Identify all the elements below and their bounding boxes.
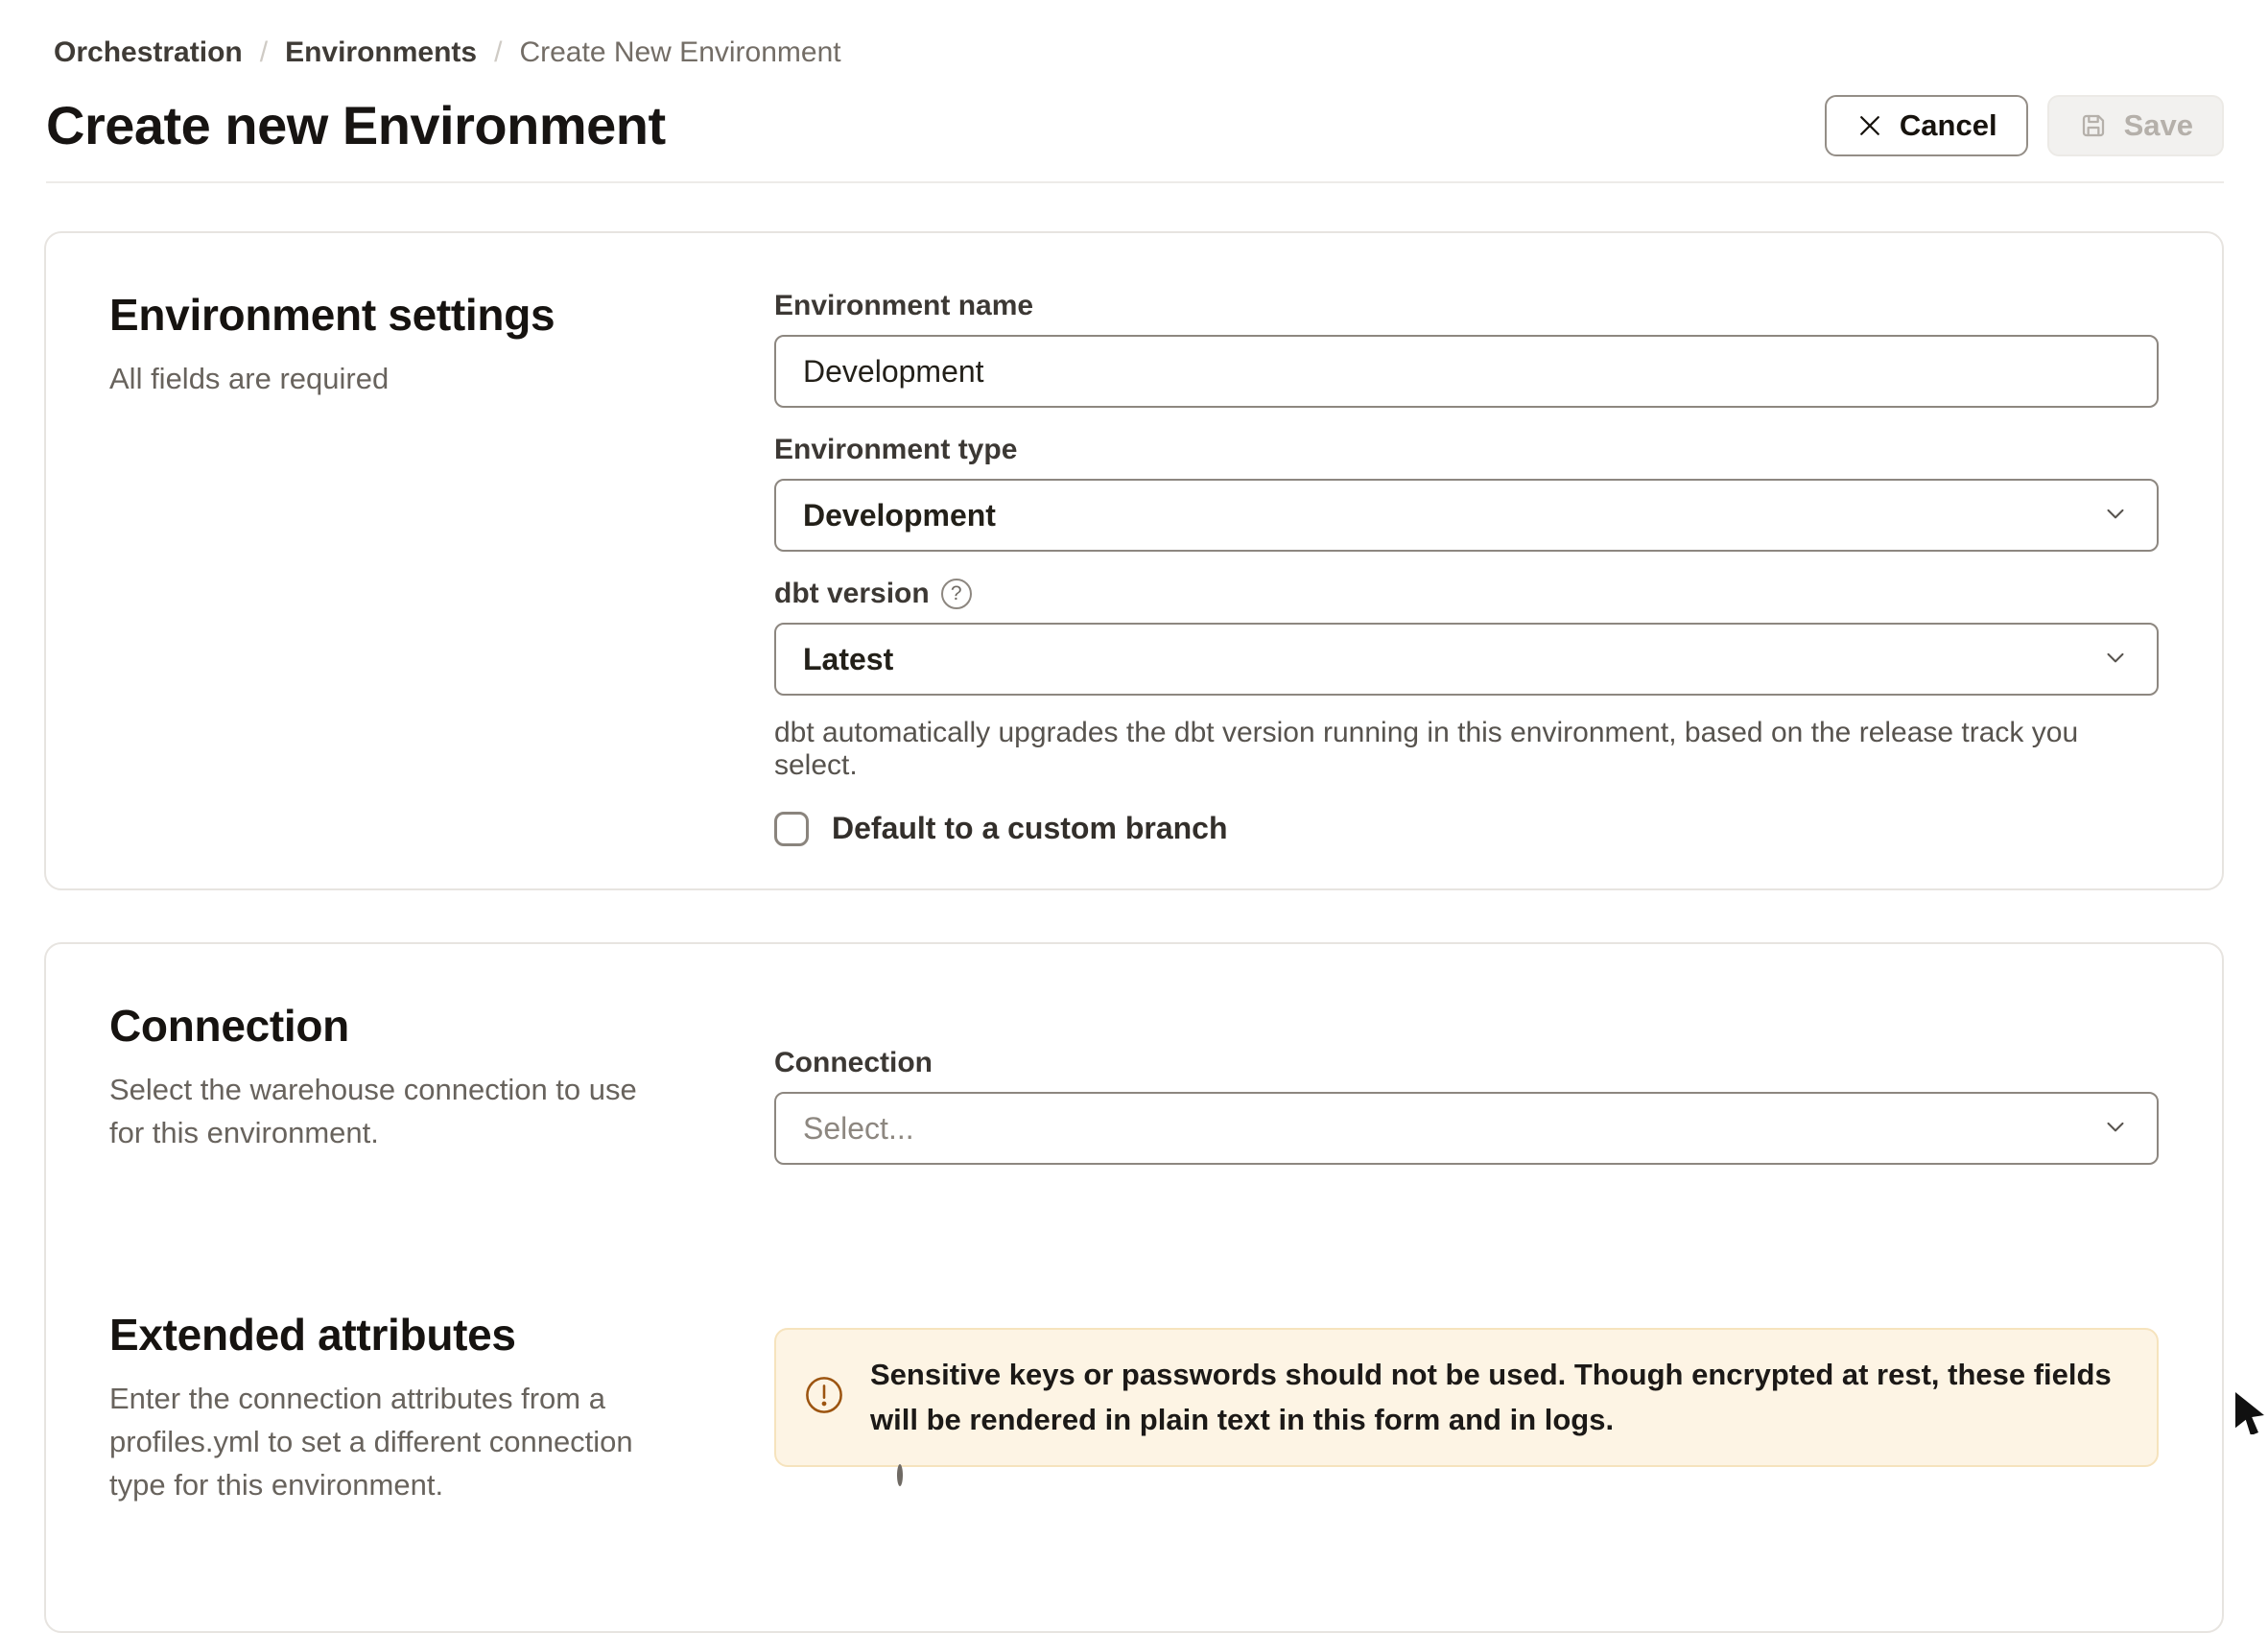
extended-attributes-form: Sensitive keys or passwords should not b… bbox=[774, 1309, 2159, 1507]
dbt-version-value: Latest bbox=[803, 642, 893, 677]
chevron-down-icon bbox=[2101, 643, 2130, 676]
environment-type-select[interactable]: Development bbox=[774, 479, 2159, 552]
extended-attributes-section: Extended attributes Enter the connection… bbox=[109, 1309, 2159, 1507]
breadcrumb-separator: / bbox=[260, 36, 268, 69]
sensitive-keys-warning: Sensitive keys or passwords should not b… bbox=[774, 1328, 2159, 1467]
header-divider bbox=[46, 181, 2224, 183]
breadcrumb-create-new-environment: Create New Environment bbox=[519, 36, 840, 69]
chevron-down-icon bbox=[2101, 499, 2130, 532]
dbt-version-label-row: dbt version ? bbox=[774, 577, 2159, 611]
connection-select[interactable]: Select... bbox=[774, 1092, 2159, 1165]
environment-type-label: Environment type bbox=[774, 433, 2159, 467]
environment-settings-heading: Environment settings bbox=[109, 289, 774, 341]
breadcrumb-environments[interactable]: Environments bbox=[285, 36, 477, 69]
dbt-version-group: dbt version ? Latest dbt automatically u… bbox=[774, 577, 2159, 782]
page-title: Create new Environment bbox=[46, 94, 666, 156]
breadcrumb: Orchestration / Environments / Create Ne… bbox=[54, 36, 2224, 69]
connection-section: Connection Select the warehouse connecti… bbox=[109, 1000, 2159, 1165]
page-header: Orchestration / Environments / Create Ne… bbox=[0, 0, 2268, 183]
help-icon[interactable]: ? bbox=[941, 579, 972, 609]
cancel-button-label: Cancel bbox=[1900, 108, 1997, 143]
extended-attributes-description: Enter the connection attributes from a p… bbox=[109, 1378, 666, 1507]
extended-attributes-intro: Extended attributes Enter the connection… bbox=[109, 1309, 774, 1507]
mouse-cursor bbox=[2235, 1392, 2268, 1439]
help-icon[interactable] bbox=[897, 1464, 903, 1486]
environment-settings-card: Environment settings All fields are requ… bbox=[44, 231, 2224, 890]
connection-field-group: Connection Select... bbox=[774, 1000, 2159, 1165]
environment-type-value: Development bbox=[803, 498, 996, 533]
dbt-version-hint: dbt automatically upgrades the dbt versi… bbox=[774, 717, 2159, 782]
close-icon bbox=[1855, 111, 1884, 140]
cancel-button[interactable]: Cancel bbox=[1825, 95, 2028, 156]
warning-text: Sensitive keys or passwords should not b… bbox=[870, 1353, 2124, 1442]
save-icon bbox=[2078, 110, 2109, 141]
environment-name-input[interactable] bbox=[774, 335, 2159, 408]
connection-form: Connection Select... bbox=[774, 1000, 2159, 1165]
environment-settings-intro: Environment settings All fields are requ… bbox=[109, 289, 774, 846]
custom-branch-label[interactable]: Default to a custom branch bbox=[832, 811, 1228, 846]
connection-card: Connection Select the warehouse connecti… bbox=[44, 942, 2224, 1633]
environment-settings-form: Environment name Environment type Develo… bbox=[774, 289, 2159, 846]
environment-type-group: Environment type Development bbox=[774, 433, 2159, 552]
chevron-down-icon bbox=[2101, 1112, 2130, 1146]
custom-branch-row: Default to a custom branch bbox=[774, 811, 2159, 846]
extended-attributes-heading: Extended attributes bbox=[109, 1309, 774, 1361]
connection-field-label: Connection bbox=[774, 1046, 2159, 1080]
save-button[interactable]: Save bbox=[2047, 95, 2224, 156]
connection-intro: Connection Select the warehouse connecti… bbox=[109, 1000, 774, 1165]
page-content: Environment settings All fields are requ… bbox=[0, 231, 2268, 1633]
warning-icon bbox=[803, 1374, 845, 1421]
connection-select-placeholder: Select... bbox=[803, 1111, 914, 1147]
environment-settings-subheading: All fields are required bbox=[109, 358, 666, 401]
connection-description: Select the warehouse connection to use f… bbox=[109, 1069, 666, 1155]
environment-name-group: Environment name bbox=[774, 289, 2159, 408]
dbt-version-select[interactable]: Latest bbox=[774, 623, 2159, 696]
dbt-version-label: dbt version bbox=[774, 578, 930, 610]
save-button-label: Save bbox=[2124, 108, 2193, 143]
header-actions: Cancel Save bbox=[1825, 95, 2224, 156]
breadcrumb-orchestration[interactable]: Orchestration bbox=[54, 36, 243, 69]
connection-heading: Connection bbox=[109, 1000, 774, 1052]
environment-name-label: Environment name bbox=[774, 289, 2159, 323]
breadcrumb-separator: / bbox=[494, 36, 502, 69]
custom-branch-checkbox[interactable] bbox=[774, 812, 809, 846]
